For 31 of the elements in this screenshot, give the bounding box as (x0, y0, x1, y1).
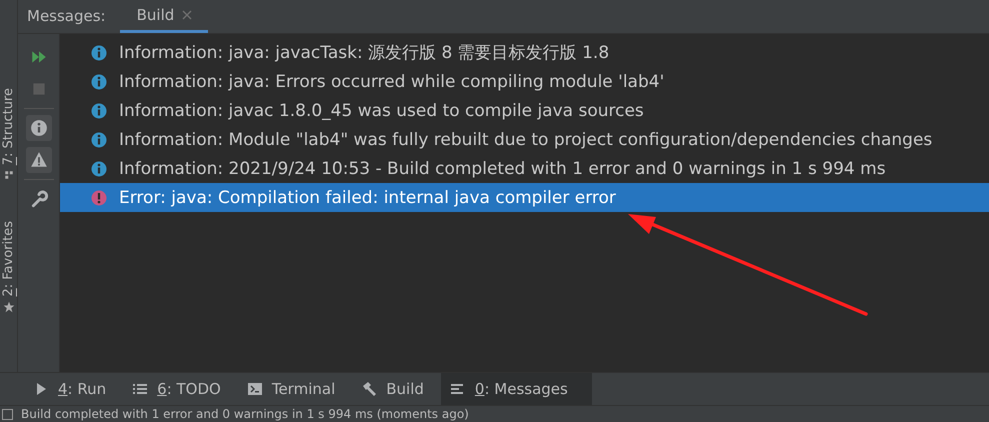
warning-icon[interactable] (26, 147, 52, 173)
info-icon (91, 44, 107, 60)
build-tab[interactable]: Build (120, 0, 208, 33)
tool-window-title: Messages: (27, 6, 106, 27)
terminal-icon (246, 381, 263, 397)
structure-tab[interactable]: 7: Structure (1, 88, 16, 182)
favorites-tab[interactable]: 2: Favorites (1, 221, 16, 313)
star-icon (2, 300, 14, 313)
messages-icon (450, 381, 466, 397)
list-icon (132, 381, 148, 397)
hammer-icon (361, 381, 378, 397)
message-row[interactable]: Information: java: Errors occurred while compiling module 'lab4' (60, 67, 989, 96)
tool-window-tab[interactable]: 0: Messages (440, 373, 592, 405)
status-message: Build completed with 1 error and 0 warnings in 1 s 994 ms (moments ago) (21, 407, 469, 421)
info-icon (91, 132, 107, 148)
message-row[interactable]: Information: java: javacTask: 源发行版 8 需要目标发行版 1.8 (60, 38, 989, 67)
status-icon (2, 408, 13, 420)
tool-window-tab[interactable]: 4: Run (24, 373, 124, 405)
info-icon (91, 160, 107, 176)
structure-icon (2, 169, 14, 182)
tool-window-tab[interactable]: 6: TODO (123, 373, 238, 405)
message-row[interactable]: Error: java: Compilation failed: internal java compiler error (60, 183, 989, 212)
message-row[interactable]: Information: 2021/9/24 10:53 - Build completed with 1 error and 0 warnings in 1 s 994 ms (60, 154, 989, 183)
info-icon (91, 102, 107, 118)
message-row[interactable]: Information: Module "lab4" was fully rebuilt due to project configuration/dependencies changes (60, 125, 989, 154)
info-icon[interactable] (26, 115, 52, 141)
info-icon (91, 74, 107, 90)
tool-window-tab[interactable]: Terminal (238, 373, 352, 405)
error-icon (91, 190, 107, 206)
message-row[interactable]: Information: javac 1.8.0_45 was used to compile java sources (60, 96, 989, 125)
tool-window-tab[interactable]: Build (352, 373, 441, 405)
